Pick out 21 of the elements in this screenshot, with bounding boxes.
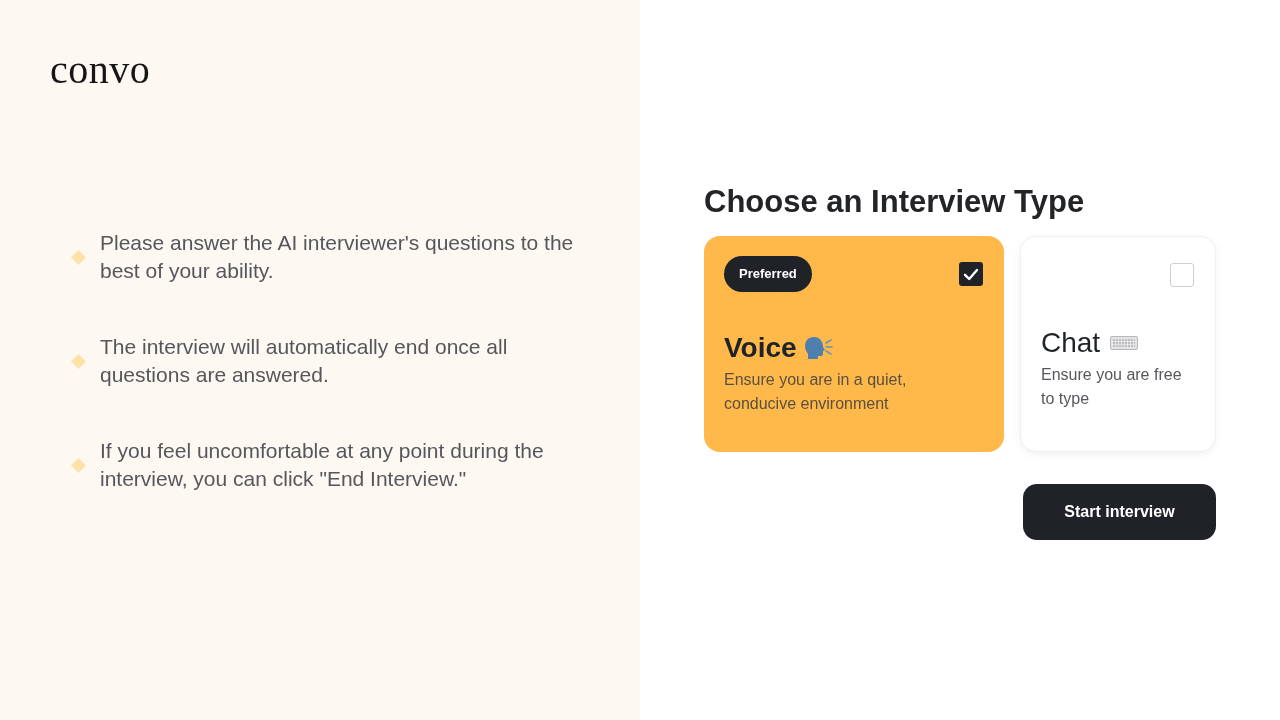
start-interview-button[interactable]: Start interview bbox=[1023, 484, 1216, 540]
option-description: Ensure you are in a quiet, conducive environment bbox=[724, 370, 908, 414]
checkbox[interactable] bbox=[959, 262, 983, 286]
diamond-icon bbox=[71, 353, 86, 369]
diamond-icon bbox=[71, 249, 86, 265]
option-title: Chat bbox=[1041, 326, 1101, 360]
instruction-text: If you feel uncomfortable at any point during the interview, you can click "End Interview." bbox=[100, 438, 545, 492]
speaking-head-icon bbox=[804, 336, 833, 360]
section-title: Choose an Interview Type bbox=[704, 183, 1085, 221]
interview-type-card[interactable]: Chat Ensure you are free to type bbox=[1020, 236, 1216, 452]
preferred-badge: Preferred bbox=[724, 256, 812, 292]
check-icon bbox=[965, 269, 977, 279]
instruction-text: The interview will automatically end once all questions are answered. bbox=[100, 334, 509, 388]
logo: convo bbox=[50, 47, 151, 92]
option-description: Ensure you are free to type bbox=[1041, 365, 1183, 409]
keyboard-icon bbox=[1110, 336, 1139, 350]
option-title: Voice bbox=[724, 331, 797, 365]
checkbox[interactable] bbox=[1170, 263, 1194, 287]
diamond-icon bbox=[71, 457, 86, 473]
instruction-text: Please answer the AI interviewer's questions to the best of your ability. bbox=[100, 230, 575, 284]
interview-type-card[interactable]: Preferred Voice Ensure you are in a quiet, conducive environment bbox=[704, 236, 1004, 452]
